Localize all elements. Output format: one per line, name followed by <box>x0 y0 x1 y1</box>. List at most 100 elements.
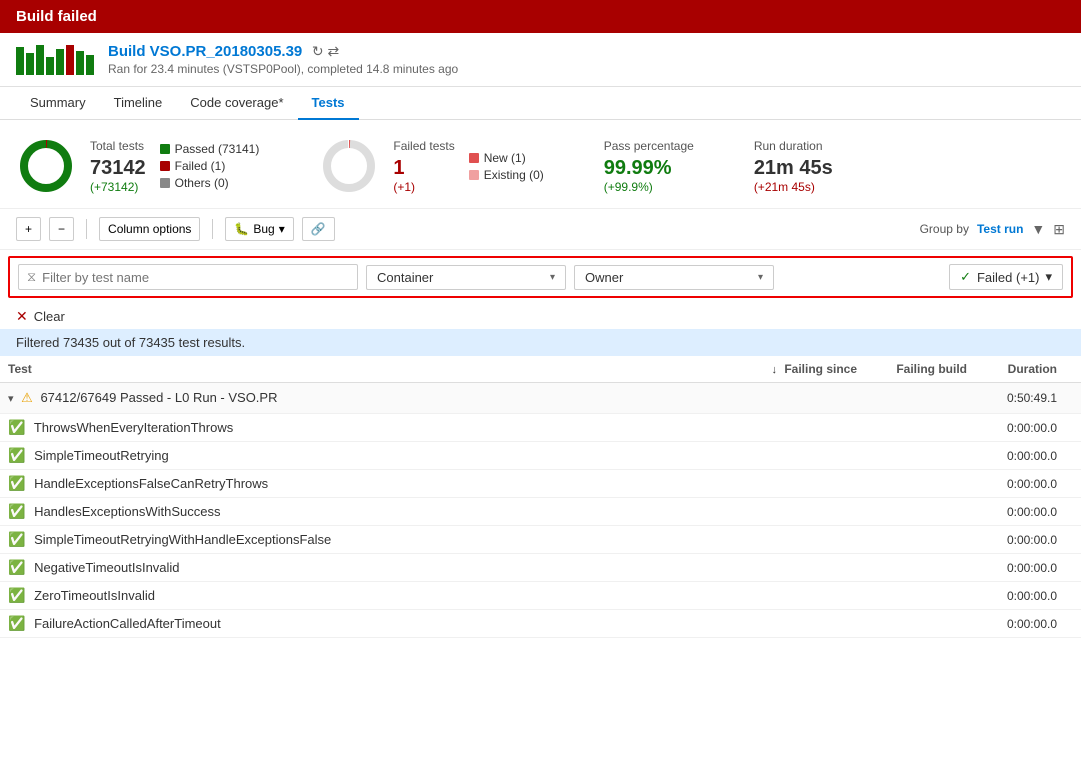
bar-3 <box>36 45 44 75</box>
test-name-cell: ✅ NegativeTimeoutIsInvalid <box>0 554 745 582</box>
failing-since-cell <box>745 470 865 498</box>
clear-label: Clear <box>34 309 65 324</box>
build-info-bar: Build VSO.PR_20180305.39 ↻ ⇄ Ran for 23.… <box>0 33 1081 87</box>
clear-row[interactable]: ✕ Clear <box>0 304 1081 329</box>
build-name-line: Build VSO.PR_20180305.39 ↻ ⇄ <box>108 43 458 60</box>
failed-tests-block: Failed tests 1 (+1) New (1) Existing (0) <box>319 136 543 196</box>
test-name: ThrowsWhenEveryIterationThrows <box>34 420 233 435</box>
duration-cell: 0:00:00.0 <box>975 582 1065 610</box>
legend-existing: Existing (0) <box>469 168 544 182</box>
build-subtitle: Ran for 23.4 minutes (VSTSP0Pool), compl… <box>108 62 458 76</box>
duration-cell: 0:00:00.0 <box>975 470 1065 498</box>
failing-since-cell <box>745 526 865 554</box>
tab-code-coverage[interactable]: Code coverage* <box>176 87 297 120</box>
tab-tests[interactable]: Tests <box>298 87 359 120</box>
pass-icon: ✅ <box>8 503 25 519</box>
failing-since-cell <box>745 582 865 610</box>
remove-column-button[interactable]: − <box>49 217 74 241</box>
column-options-button[interactable]: Column options <box>99 217 200 241</box>
legend-failed-dot <box>160 161 170 171</box>
add-column-button[interactable]: + <box>16 217 41 241</box>
failed-tests-info: Failed tests 1 (+1) <box>393 139 454 194</box>
build-name[interactable]: Build VSO.PR_20180305.39 <box>108 43 302 60</box>
build-failed-header: Build failed <box>0 0 1081 33</box>
group-chevron-icon: ▾ <box>8 393 14 405</box>
total-tests-delta: (+73142) <box>90 180 146 194</box>
pass-pct-delta: (+99.9%) <box>604 180 694 194</box>
tab-timeline[interactable]: Timeline <box>100 87 177 120</box>
test-table-container[interactable]: Test ↓ Failing since Failing build Durat… <box>0 356 1081 638</box>
filter-by-test-name-input[interactable] <box>42 270 349 285</box>
table-row[interactable]: ✅ ZeroTimeoutIsInvalid 0:00:00.0 <box>0 582 1081 610</box>
scroll-cell <box>1065 554 1081 582</box>
scroll-cell <box>1065 498 1081 526</box>
link-button[interactable]: 🔗 <box>302 217 335 241</box>
col-failing-since[interactable]: ↓ Failing since <box>745 356 865 383</box>
stats-section: Total tests 73142 (+73142) Passed (73141… <box>0 120 1081 209</box>
filter-icon-button[interactable]: ▼ <box>1031 221 1045 237</box>
failing-build-cell <box>865 442 975 470</box>
table-row[interactable]: ✅ NegativeTimeoutIsInvalid 0:00:00.0 <box>0 554 1081 582</box>
owner-chevron-icon: ▾ <box>758 272 763 283</box>
failing-since-cell <box>745 610 865 638</box>
duration-cell: 0:00:00.0 <box>975 498 1065 526</box>
bar-6-fail <box>66 45 74 75</box>
group-row-scroll <box>1065 383 1081 414</box>
link-icon: 🔗 <box>311 222 326 236</box>
group-row-cell: ▾ ⚠ 67412/67649 Passed - L0 Run - VSO.PR <box>0 383 745 414</box>
bug-button[interactable]: 🐛 Bug ▾ <box>225 217 293 241</box>
test-name-cell: ✅ HandlesExceptionsWithSuccess <box>0 498 745 526</box>
failed-tests-delta: (+1) <box>393 180 454 194</box>
owner-dropdown[interactable]: Owner ▾ <box>574 265 774 290</box>
group-row-failing-since <box>745 383 865 414</box>
total-tests-label: Total tests <box>90 139 146 153</box>
col-failing-build[interactable]: Failing build <box>865 356 975 383</box>
build-title-block: Build VSO.PR_20180305.39 ↻ ⇄ Ran for 23.… <box>108 43 458 76</box>
table-row[interactable]: ✅ ThrowsWhenEveryIterationThrows 0:00:00… <box>0 414 1081 442</box>
total-tests-legend: Passed (73141) Failed (1) Others (0) <box>160 142 260 190</box>
warn-icon: ⚠ <box>21 390 33 405</box>
duration-cell: 0:00:00.0 <box>975 526 1065 554</box>
scroll-cell <box>1065 414 1081 442</box>
group-by-value[interactable]: Test run <box>977 222 1023 236</box>
group-by-prefix: Group by <box>920 222 969 236</box>
layout-icon-button[interactable]: ⊞ <box>1053 221 1065 238</box>
column-options-label: Column options <box>108 222 191 236</box>
duration-cell: 0:00:00.0 <box>975 442 1065 470</box>
bar-8 <box>86 55 94 75</box>
failing-build-cell <box>865 582 975 610</box>
test-name: SimpleTimeoutRetryingWithHandleException… <box>34 532 331 547</box>
table-row[interactable]: ✅ FailureActionCalledAfterTimeout 0:00:0… <box>0 610 1081 638</box>
tab-summary[interactable]: Summary <box>16 87 100 120</box>
scroll-cell <box>1065 526 1081 554</box>
status-dropdown[interactable]: ✓ Failed (+1) ▾ <box>949 264 1063 290</box>
container-dropdown[interactable]: Container ▾ <box>366 265 566 290</box>
failing-since-cell <box>745 414 865 442</box>
test-name-cell: ✅ ZeroTimeoutIsInvalid <box>0 582 745 610</box>
failing-since-cell <box>745 442 865 470</box>
group-row[interactable]: ▾ ⚠ 67412/67649 Passed - L0 Run - VSO.PR… <box>0 383 1081 414</box>
duration-cell: 0:00:00.0 <box>975 610 1065 638</box>
refresh-icon[interactable]: ↻ ⇄ <box>312 43 339 59</box>
container-label: Container <box>377 270 433 285</box>
bug-chevron-icon: ▾ <box>279 222 285 236</box>
test-name: NegativeTimeoutIsInvalid <box>34 560 179 575</box>
col-failing-since-label: Failing since <box>784 362 857 376</box>
legend-others-dot <box>160 178 170 188</box>
toolbar-right: Group by Test run ▼ ⊞ <box>920 221 1065 238</box>
table-row[interactable]: ✅ HandleExceptionsFalseCanRetryThrows 0:… <box>0 470 1081 498</box>
run-duration-info: Run duration 21m 45s (+21m 45s) <box>754 139 833 194</box>
run-duration-delta: (+21m 45s) <box>754 180 833 194</box>
clear-x-icon: ✕ <box>16 308 28 325</box>
legend-new-dot <box>469 153 479 163</box>
failed-tests-donut <box>319 136 379 196</box>
minus-icon: − <box>58 222 65 236</box>
bar-7 <box>76 51 84 75</box>
total-tests-info: Total tests 73142 (+73142) <box>90 139 146 194</box>
table-row[interactable]: ✅ HandlesExceptionsWithSuccess 0:00:00.0 <box>0 498 1081 526</box>
col-duration[interactable]: Duration <box>975 356 1065 383</box>
table-row[interactable]: ✅ SimpleTimeoutRetryingWithHandleExcepti… <box>0 526 1081 554</box>
legend-failed-label: Failed (1) <box>175 159 226 173</box>
table-row[interactable]: ✅ SimpleTimeoutRetrying 0:00:00.0 <box>0 442 1081 470</box>
legend-passed-label: Passed (73141) <box>175 142 260 156</box>
